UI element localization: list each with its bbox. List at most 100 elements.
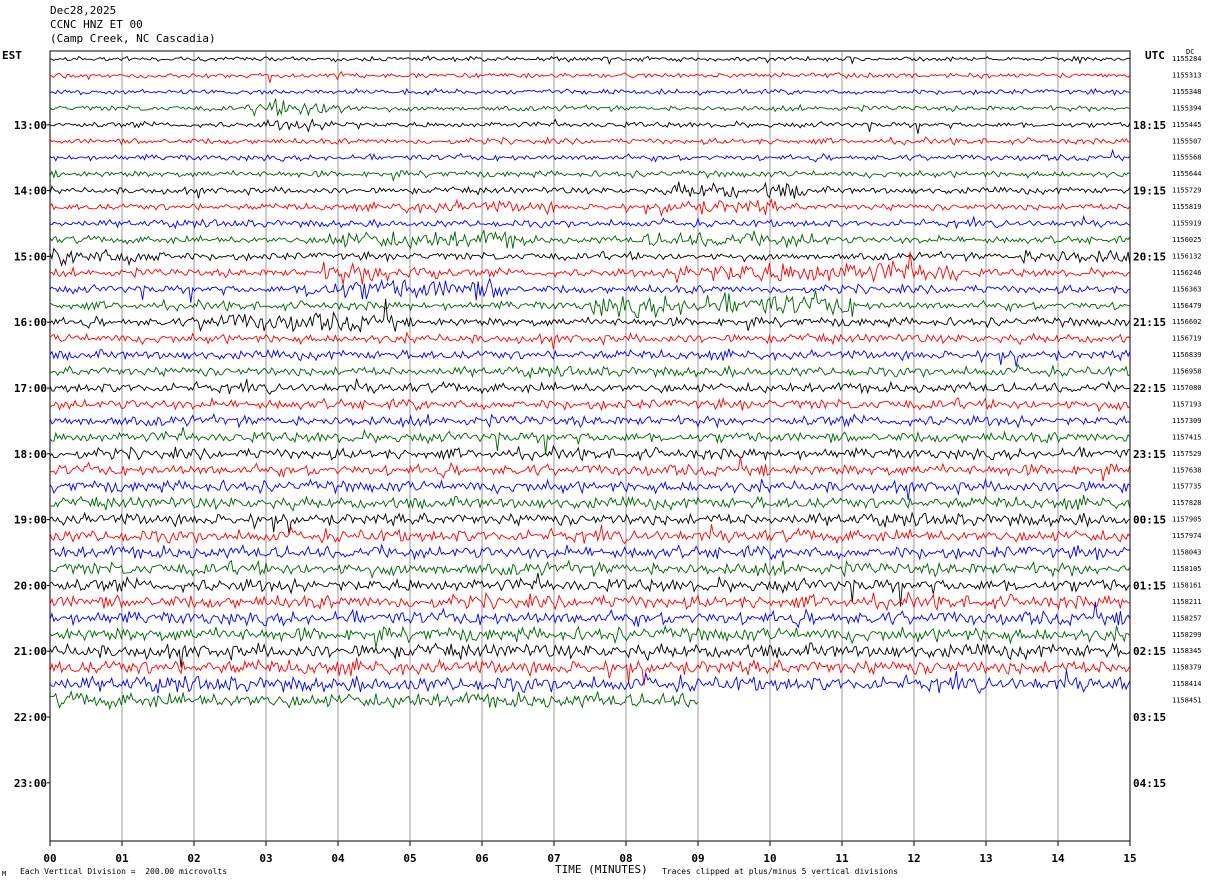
right-hour-label: 04:15	[1133, 777, 1166, 790]
x-tick-label: 01	[115, 852, 129, 865]
clipping-note: Traces clipped at plus/minus 5 vertical …	[662, 867, 899, 876]
left-hour-label: 19:00	[14, 514, 47, 527]
trace-count-label: 1158161	[1172, 581, 1202, 589]
seismic-trace	[49, 215, 1131, 230]
plot-frame	[49, 50, 1131, 842]
x-tick-label: 11	[835, 852, 849, 865]
trace-count-label: 1157638	[1172, 466, 1202, 474]
seismic-trace	[49, 396, 1131, 413]
trace-count-label: 1157193	[1172, 400, 1202, 408]
trace-count-label: 1155819	[1172, 203, 1202, 211]
trace-count-label: 1155284	[1172, 55, 1202, 63]
seismic-trace	[49, 251, 1131, 285]
trace-count-label: 1155568	[1172, 154, 1202, 162]
right-hour-label: 00:15	[1133, 514, 1166, 527]
trace-count-label: 1155729	[1172, 187, 1202, 195]
trace-count-label: 1157905	[1172, 516, 1202, 524]
seismic-trace	[49, 427, 1131, 455]
right-hour-label: 03:15	[1133, 711, 1166, 724]
seismic-trace	[49, 136, 1131, 146]
seismic-trace	[49, 87, 1131, 97]
left-hour-label: 16:00	[14, 316, 47, 329]
seismic-trace	[49, 197, 1131, 218]
logo-mark: M	[2, 870, 7, 878]
trace-count-label: 1158345	[1172, 647, 1202, 655]
seismic-trace	[49, 669, 1131, 695]
left-hour-label: 13:00	[14, 119, 47, 132]
seismic-trace	[49, 348, 1131, 367]
seismic-trace	[49, 247, 1131, 268]
trace-count-label: 1157974	[1172, 532, 1202, 540]
seismic-trace	[49, 98, 1131, 118]
right-hour-label: 18:15	[1133, 119, 1166, 132]
trace-count-label: 1158451	[1172, 697, 1202, 705]
seismic-trace	[49, 70, 1131, 83]
trace-count-label: 1158105	[1172, 565, 1202, 573]
seismic-trace	[49, 413, 1131, 429]
right-hour-label: 19:15	[1133, 185, 1166, 198]
seismic-trace	[49, 559, 1131, 580]
trace-count-label: 1156958	[1172, 368, 1202, 376]
trace-count-label: 1156839	[1172, 351, 1202, 359]
vertical-division-note: Each Vertical Division = 200.00 microvol…	[20, 867, 228, 876]
trace-count-label: 1157080	[1172, 384, 1202, 392]
seismic-trace	[49, 456, 1131, 482]
seismic-trace	[49, 642, 1131, 668]
left-hour-label: 21:00	[14, 645, 47, 658]
seismic-trace	[49, 363, 1131, 380]
left-hour-label: 15:00	[14, 250, 47, 263]
seismic-trace	[49, 590, 1131, 612]
seismic-trace	[49, 148, 1131, 163]
seismic-trace	[49, 689, 699, 711]
right-hour-label: 02:15	[1133, 645, 1166, 658]
right-hour-label: 20:15	[1133, 250, 1166, 263]
trace-count-label: 1156602	[1172, 318, 1202, 326]
x-tick-label: 05	[403, 852, 416, 865]
trace-count-label: 1157415	[1172, 433, 1202, 441]
seismic-trace	[49, 511, 1131, 535]
trace-count-label: 1157735	[1172, 483, 1202, 491]
trace-count-label: 1155313	[1172, 71, 1202, 79]
x-tick-label: 04	[331, 852, 345, 865]
trace-count-label: 1156025	[1172, 236, 1202, 244]
trace-count-label: 1155507	[1172, 137, 1202, 145]
seismic-trace	[49, 55, 1131, 66]
seismic-trace	[49, 229, 1131, 250]
trace-count-label: 1158043	[1172, 549, 1202, 557]
trace-count-label: 1156246	[1172, 269, 1202, 277]
left-hour-label: 14:00	[14, 185, 47, 198]
trace-count-label: 1155644	[1172, 170, 1202, 178]
x-tick-label: 10	[763, 852, 776, 865]
trace-count-label: 1158299	[1172, 631, 1202, 639]
left-hour-label: 18:00	[14, 448, 47, 461]
trace-count-label: 1157529	[1172, 450, 1202, 458]
seismic-trace	[49, 543, 1131, 561]
trace-count-label: 1157309	[1172, 417, 1202, 425]
x-axis-title: TIME (MINUTES)	[555, 863, 648, 876]
seismic-trace	[49, 495, 1131, 512]
trace-count-label: 1156363	[1172, 285, 1202, 293]
x-tick-label: 14	[1051, 852, 1065, 865]
seismic-trace	[50, 118, 1131, 134]
trace-count-label: 1155394	[1172, 104, 1202, 112]
trace-count-label: 1158379	[1172, 664, 1202, 672]
x-tick-label: 12	[907, 852, 920, 865]
trace-count-label: 1158211	[1172, 598, 1202, 606]
left-hour-label: 23:00	[14, 777, 47, 790]
right-hour-label: 22:15	[1133, 382, 1166, 395]
helicorder-chart: 00 01 02 03 04 05 06 07 08 09 10 11 12 13 14 1513:00 18:…	[14, 50, 1202, 865]
seismic-trace	[49, 444, 1131, 462]
right-hour-label: 21:15	[1133, 316, 1166, 329]
trace-count-label: 1158257	[1172, 614, 1202, 622]
x-tick-label: 09	[691, 852, 704, 865]
seismic-trace	[49, 624, 1131, 649]
seismic-trace	[49, 277, 1131, 303]
seismic-trace	[49, 378, 1131, 395]
trace-count-label: 1155445	[1172, 121, 1202, 129]
seismic-trace	[49, 524, 1131, 545]
trace-count-label: 1155348	[1172, 88, 1202, 96]
x-tick-label: 00	[43, 852, 56, 865]
left-hour-label: 20:00	[14, 579, 47, 592]
x-tick-label: 02	[187, 852, 200, 865]
left-hour-label: 17:00	[14, 382, 47, 395]
